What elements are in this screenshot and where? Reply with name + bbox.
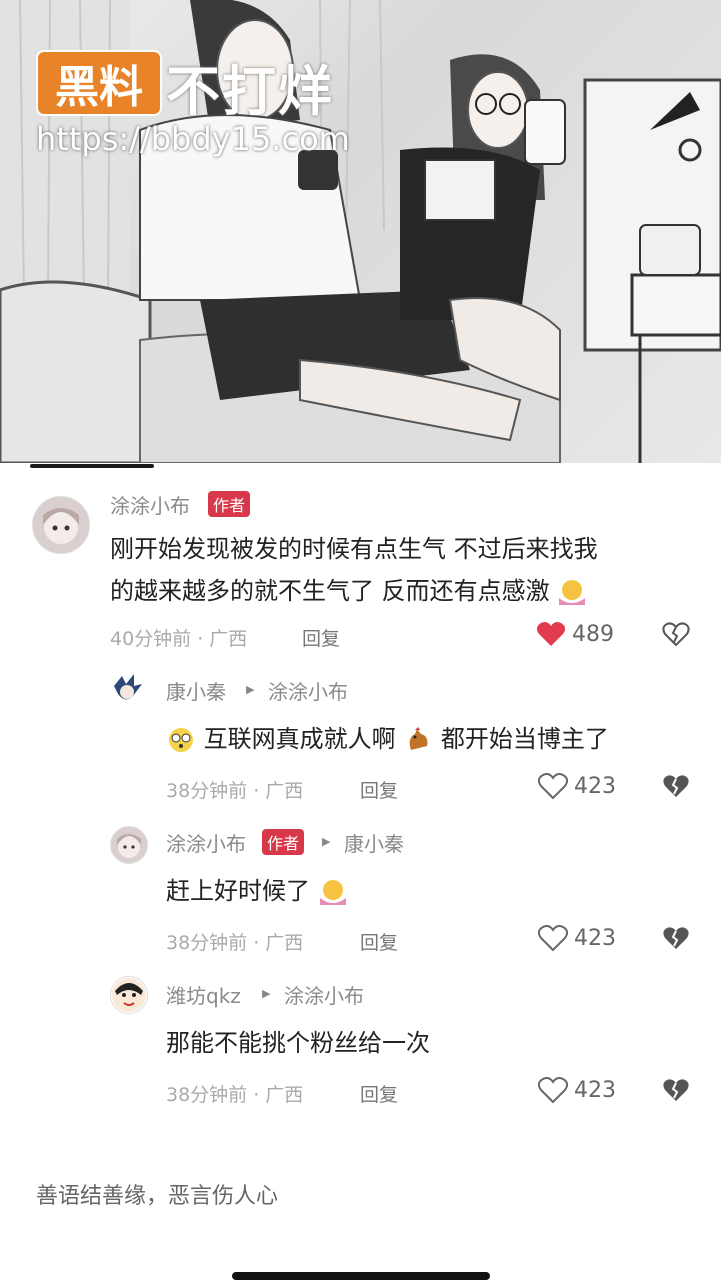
author-badge: 作者 <box>208 491 251 517</box>
hug-emoji-icon <box>319 880 346 905</box>
like-button[interactable]: 423 <box>538 1076 616 1104</box>
comment-input-placeholder[interactable]: 善语结善缘，恶言伤人心 <box>36 1178 278 1210</box>
watermark-logo-box: 黑料 <box>36 50 162 116</box>
reply-target[interactable]: 涂涂小布 <box>268 676 348 705</box>
triangle-right-icon: ▶ <box>262 987 271 1000</box>
comment-text: 都开始当博主了 <box>440 725 609 753</box>
like-count: 423 <box>574 773 616 799</box>
like-button[interactable]: 423 <box>538 924 616 952</box>
comment-author[interactable]: 涂涂小布 <box>166 828 246 857</box>
heart-icon <box>538 925 568 952</box>
reply-target[interactable]: 康小秦 <box>344 828 404 857</box>
comment-time-location: 38分钟前 · 广西 <box>166 780 304 802</box>
comment-time-location: 38分钟前 · 广西 <box>166 1084 304 1106</box>
triangle-right-icon: ▶ <box>322 835 331 848</box>
like-count: 423 <box>574 925 616 951</box>
heart-icon <box>536 622 566 646</box>
author-badge: 作者 <box>262 829 305 855</box>
dislike-button[interactable] <box>662 1076 690 1108</box>
comment-text-line: 刚开始发现被发的时候有点生气 不过后来找我 <box>110 535 598 563</box>
triangle-right-icon: ▶ <box>246 683 255 696</box>
comment-time-location: 38分钟前 · 广西 <box>166 932 304 954</box>
comment-author[interactable]: 康小秦 <box>166 676 226 705</box>
reply-button[interactable]: 回复 <box>360 776 398 803</box>
heart-icon <box>538 1077 568 1104</box>
comment-text: 的越来越多的就不生气了 反而还有点感激 <box>110 577 550 605</box>
watermark-url: https://bbdy15.com <box>36 120 350 158</box>
like-button[interactable]: 489 <box>536 620 614 648</box>
comment-text-line: 的越来越多的就不生气了 反而还有点感激 <box>110 572 587 610</box>
hero-image: 黑料 不打烊 https://bbdy15.com <box>0 0 721 463</box>
comment-time-location: 40分钟前 · 广西 <box>110 628 248 650</box>
comment-text-line: 互联网真成就人啊 都开始当博主了 <box>166 720 609 758</box>
dislike-button[interactable] <box>662 772 690 804</box>
like-count: 423 <box>574 1077 616 1103</box>
comment-text: 互联网真成就人啊 <box>203 725 396 753</box>
comment-author[interactable]: 涂涂小布 <box>110 490 190 519</box>
avatar[interactable] <box>32 496 90 554</box>
reply-button[interactable]: 回复 <box>360 1080 398 1107</box>
like-count: 489 <box>572 621 614 647</box>
reply-target[interactable]: 涂涂小布 <box>284 980 364 1009</box>
like-button[interactable]: 423 <box>538 772 616 800</box>
heart-icon <box>538 773 568 800</box>
comment-text: 赶上好时候了 <box>166 877 310 905</box>
broken-heart-icon <box>662 622 690 647</box>
rooster-emoji-icon <box>409 727 428 750</box>
broken-heart-icon <box>663 1079 689 1101</box>
tab-indicator <box>30 464 154 468</box>
watermark-text: 不打烊 <box>166 60 334 123</box>
broken-heart-icon <box>663 775 689 797</box>
dislike-button[interactable] <box>662 924 690 956</box>
avatar[interactable] <box>110 826 148 864</box>
hug-emoji-icon <box>559 580 586 605</box>
comment-text: 那能不能挑个粉丝给一次 <box>166 1029 430 1057</box>
broken-heart-icon <box>663 927 689 949</box>
home-indicator <box>232 1272 490 1280</box>
comment-text-line: 赶上好时候了 <box>166 872 348 910</box>
comment-author[interactable]: 潍坊qkz <box>166 980 241 1009</box>
reply-button[interactable]: 回复 <box>360 928 398 955</box>
dizzy-face-emoji-icon <box>169 728 193 752</box>
dislike-button[interactable] <box>662 620 690 652</box>
avatar[interactable] <box>110 976 148 1014</box>
avatar[interactable] <box>110 672 144 706</box>
reply-button[interactable]: 回复 <box>302 624 340 651</box>
